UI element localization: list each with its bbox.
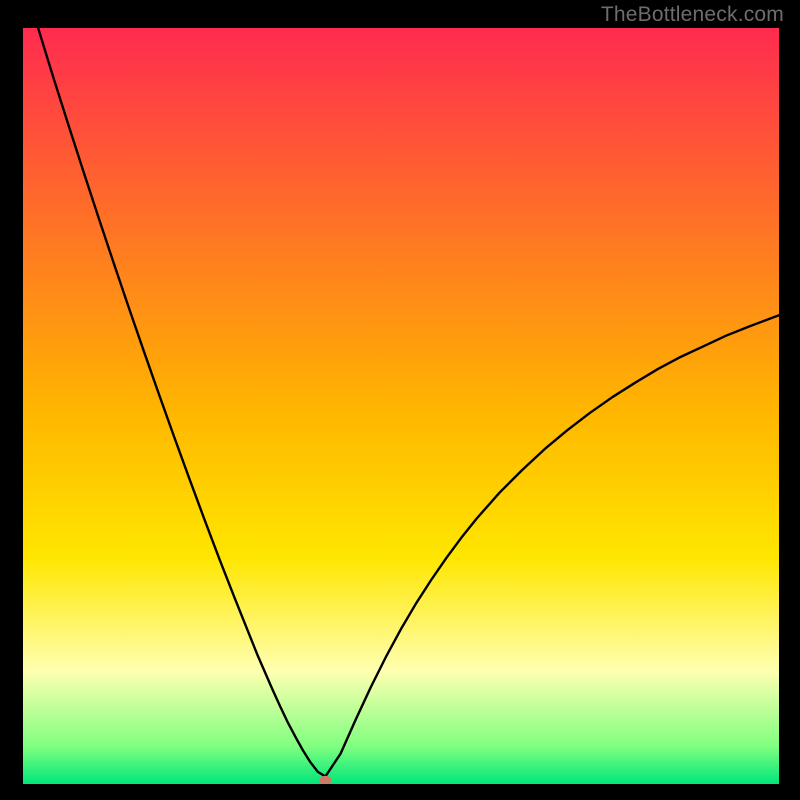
gradient-background — [23, 28, 779, 784]
chart-svg — [23, 28, 779, 784]
watermark-text: TheBottleneck.com — [601, 3, 784, 27]
plot-area — [23, 28, 779, 784]
chart-container: TheBottleneck.com — [0, 0, 800, 800]
